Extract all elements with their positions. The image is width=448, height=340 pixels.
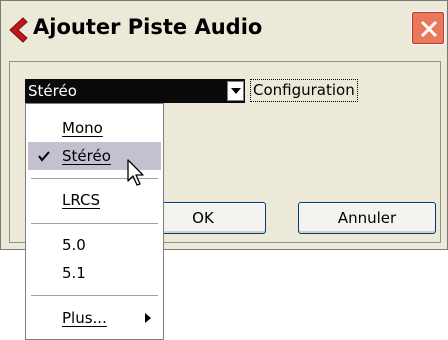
menu-item-more[interactable]: Plus... [26,304,163,332]
menu-item-label: LRCS [62,191,101,209]
channel-config-select[interactable]: Stéréo [25,79,245,103]
window-title: Ajouter Piste Audio [33,15,263,39]
menu-separator [31,223,158,224]
menu-item-5-0[interactable]: 5.0 [26,231,163,259]
menu-item-5-1[interactable]: 5.1 [26,259,163,287]
close-button[interactable] [411,11,445,45]
menu-item-lrcs[interactable]: LRCS [26,186,163,214]
configuration-label: Configuration [250,79,358,102]
select-dropdown-button[interactable] [227,81,244,101]
select-value: Stéréo [28,82,77,100]
menu-item-label: Stéréo [62,147,111,165]
checkmark-icon [38,151,50,162]
menu-item-label: 5.1 [62,264,86,282]
menu-item-label: Plus... [62,309,107,327]
title-bar[interactable]: Ajouter Piste Audio [1,1,447,55]
mouse-pointer-icon [127,159,144,186]
channel-dropdown-menu: Mono Stéréo LRCS 5.0 5.1 Plus... [25,103,164,340]
menu-item-mono[interactable]: Mono [26,114,163,142]
close-x-icon [420,20,438,38]
chevron-right-icon [145,313,151,323]
cancel-button[interactable]: Annuler [298,202,436,234]
menu-separator [31,295,158,296]
menu-item-label: Mono [62,119,103,137]
cubase-arrow-icon [7,17,29,43]
chevron-down-icon [231,88,241,94]
menu-item-label: 5.0 [62,236,86,254]
